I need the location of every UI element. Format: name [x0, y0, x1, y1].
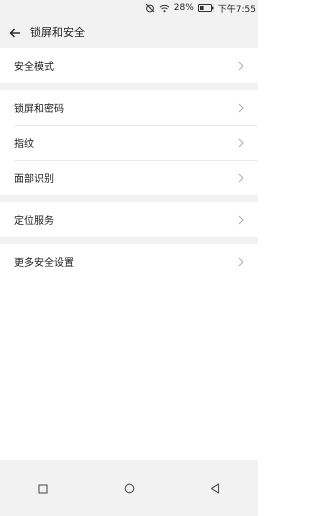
group-divider	[0, 237, 258, 244]
clock: 下午7:55	[217, 4, 256, 15]
settings-item-label: 定位服务	[14, 216, 54, 227]
group-divider	[0, 195, 258, 202]
settings-item-lock-screen-password[interactable]: 锁屏和密码	[0, 90, 258, 125]
chevron-right-icon	[238, 138, 244, 148]
battery-icon	[197, 4, 214, 12]
page-title: 锁屏和安全	[30, 26, 85, 39]
nav-back-button[interactable]	[200, 473, 230, 503]
settings-item-label: 更多安全设置	[14, 258, 74, 269]
settings-group-more: 更多安全设置	[0, 244, 258, 279]
settings-item-face-recognition[interactable]: 面部识别	[0, 160, 258, 195]
back-triangle-icon	[210, 479, 220, 498]
recents-square-icon	[38, 479, 48, 498]
back-button[interactable]	[0, 16, 30, 48]
settings-item-label: 面部识别	[14, 174, 54, 185]
group-divider	[0, 83, 258, 90]
settings-group-location: 定位服务	[0, 202, 258, 237]
chevron-right-icon	[238, 173, 244, 183]
home-button[interactable]	[114, 473, 144, 503]
chevron-right-icon	[238, 257, 244, 267]
battery-percent: 28%	[173, 3, 194, 13]
settings-item-safe-mode[interactable]: 安全模式	[0, 48, 258, 83]
arrow-left-icon	[9, 23, 21, 42]
settings-group-lock: 锁屏和密码 指纹 面部识别	[0, 90, 258, 195]
alarm-off-icon	[145, 3, 155, 13]
settings-item-label: 安全模式	[14, 62, 54, 73]
settings-item-fingerprint[interactable]: 指纹	[0, 125, 258, 160]
settings-item-location-services[interactable]: 定位服务	[0, 202, 258, 237]
status-bar: 28% 下午7:55	[0, 0, 258, 16]
chevron-right-icon	[238, 103, 244, 113]
settings-group-safe-mode: 安全模式	[0, 48, 258, 83]
chevron-right-icon	[238, 61, 244, 71]
header: 锁屏和安全	[0, 16, 258, 48]
chevron-right-icon	[238, 215, 244, 225]
home-circle-icon	[124, 479, 135, 498]
settings-item-label: 锁屏和密码	[14, 104, 64, 115]
settings-list: 安全模式 锁屏和密码 指纹 面部识别 定位服务 更多安全设置	[0, 48, 258, 279]
settings-item-more-security[interactable]: 更多安全设置	[0, 244, 258, 279]
settings-item-label: 指纹	[14, 139, 34, 150]
navigation-bar	[0, 460, 258, 516]
recents-button[interactable]	[28, 473, 58, 503]
wifi-icon	[159, 4, 170, 13]
